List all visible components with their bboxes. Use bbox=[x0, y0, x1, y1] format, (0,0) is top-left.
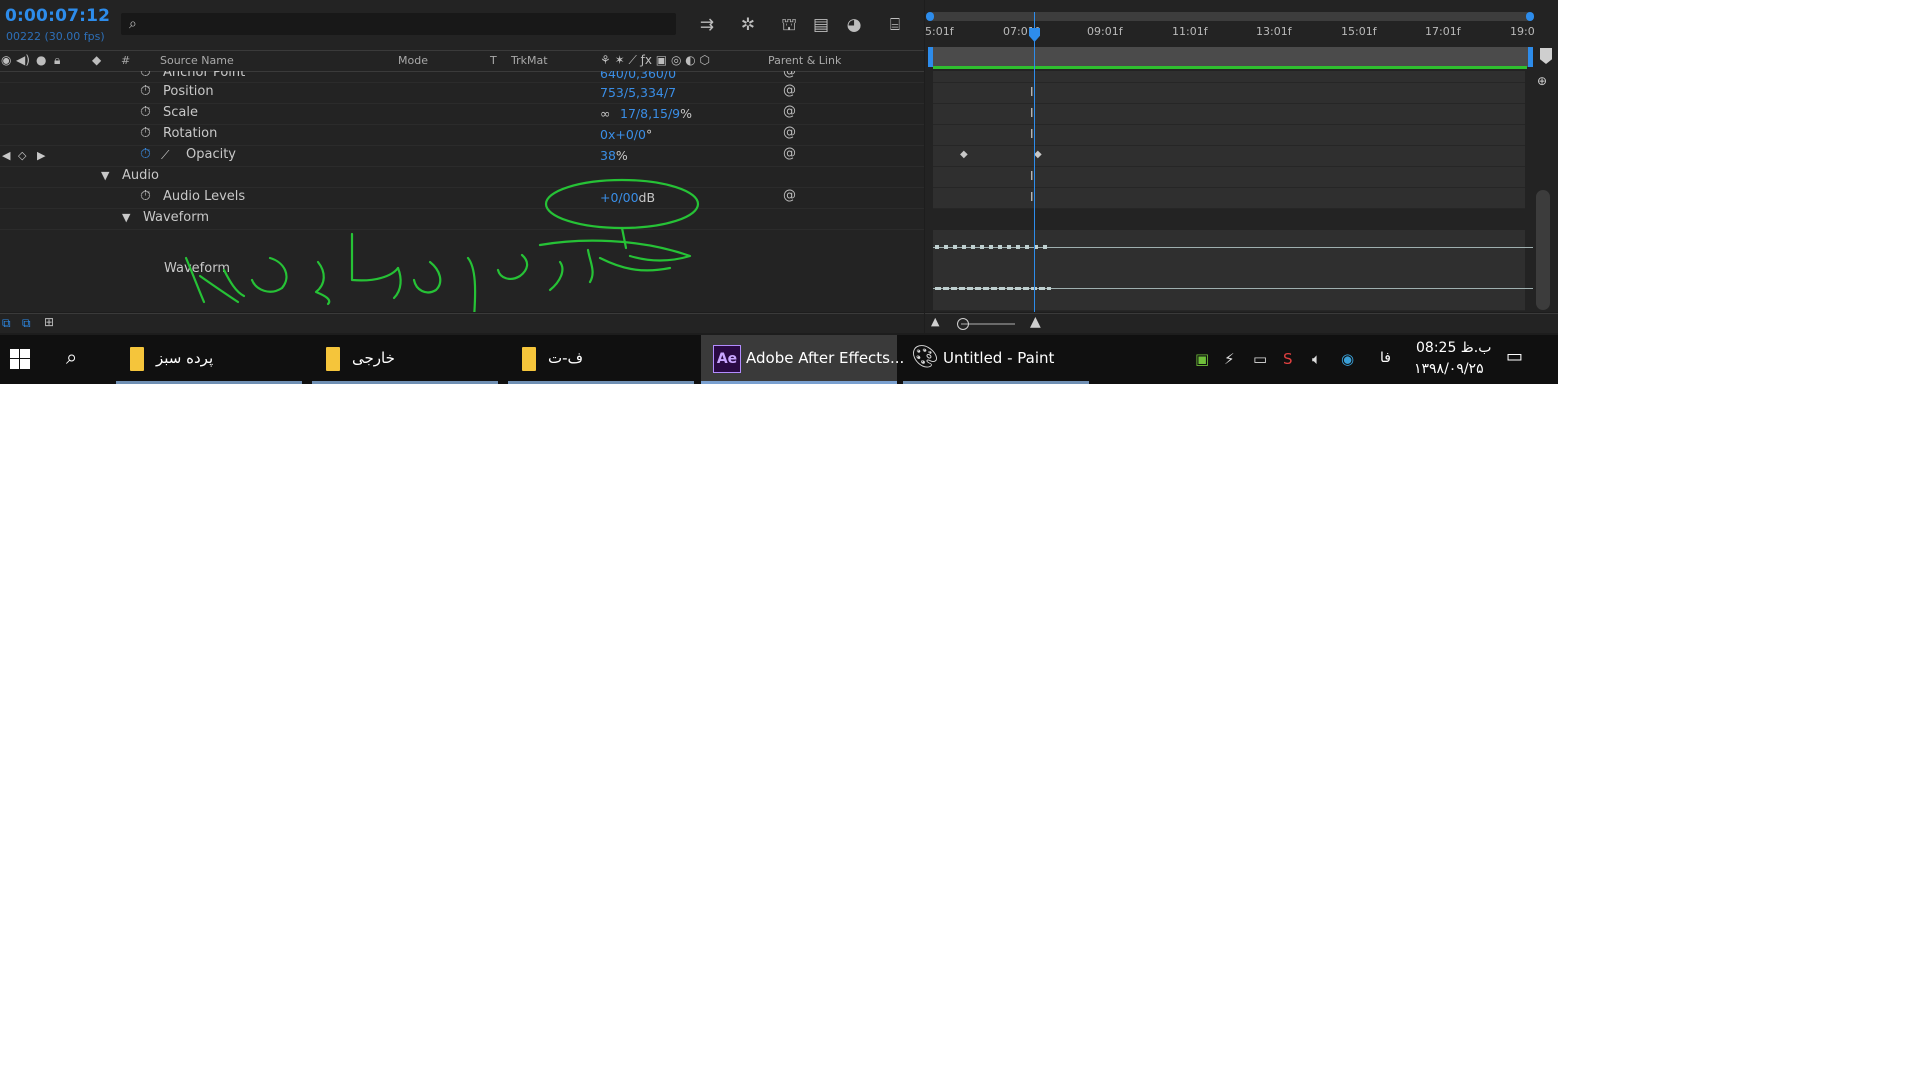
work-area-start-handle[interactable] bbox=[928, 47, 933, 67]
playhead-marker-icon: I bbox=[1030, 127, 1034, 141]
annotation-stroke bbox=[586, 248, 594, 284]
notification-icon[interactable]: ▭ bbox=[1506, 346, 1523, 367]
keyframe-icon[interactable]: ◆ bbox=[1034, 149, 1042, 160]
transfer-controls-toggle-icon[interactable]: ⧉ bbox=[22, 316, 31, 331]
annotation-stroke bbox=[314, 260, 331, 306]
timeline-row bbox=[933, 125, 1525, 146]
playhead-line[interactable] bbox=[1034, 12, 1035, 312]
search-icon[interactable]: ⌕ bbox=[66, 345, 77, 369]
comp-button-icon[interactable]: ⊕ bbox=[1537, 74, 1547, 88]
folder-icon bbox=[326, 347, 340, 371]
annotation-stroke bbox=[198, 274, 240, 304]
globe-icon[interactable]: ◉ bbox=[1341, 350, 1354, 368]
taskbar-item-folder[interactable]: ف-ت bbox=[508, 335, 694, 384]
removable-device-icon[interactable]: ▭ bbox=[1253, 350, 1267, 368]
annotation-stroke bbox=[250, 256, 288, 293]
navigator-start-handle[interactable] bbox=[926, 12, 934, 21]
screen: 0:00:07:12 00222 (30.00 fps) ⌕ ⇉ ✲ ⛫ ▤ ◕… bbox=[0, 0, 1558, 384]
ruler-label: 5:01f bbox=[925, 25, 954, 38]
in-out-toggle-icon[interactable]: ⊞ bbox=[44, 315, 54, 329]
timeline-row bbox=[933, 104, 1525, 125]
navigator-end-handle[interactable] bbox=[1526, 12, 1534, 21]
taskbar-item-folder[interactable]: خارجی bbox=[312, 335, 498, 384]
playhead-marker-icon: I bbox=[1030, 169, 1034, 183]
vertical-scrollbar[interactable] bbox=[1536, 190, 1550, 310]
antivirus-icon[interactable]: S bbox=[1283, 350, 1293, 368]
layer-duration-bar[interactable] bbox=[933, 66, 1527, 69]
taskbar-item-folder[interactable]: پرده سبز bbox=[116, 335, 302, 384]
playhead-marker-icon: I bbox=[1030, 106, 1034, 120]
folder-icon bbox=[522, 347, 536, 371]
folder-icon bbox=[130, 347, 144, 371]
timeline-row bbox=[933, 167, 1525, 188]
clock-date[interactable]: ۱۳۹۸/۰۹/۲۵ bbox=[1414, 361, 1484, 377]
ruler-label: 19:0 bbox=[1510, 25, 1535, 38]
annotation-stroke bbox=[412, 260, 442, 294]
timeline-row bbox=[933, 71, 1525, 83]
network-off-icon[interactable]: ⚡ bbox=[1224, 350, 1235, 368]
ruler-label: 09:01f bbox=[1087, 25, 1123, 38]
windows-start-icon[interactable] bbox=[10, 349, 30, 369]
ruler-label: 13:01f bbox=[1256, 25, 1292, 38]
taskbar-item-label: ف-ت bbox=[548, 349, 584, 367]
timeline-row: ◆ ◆ bbox=[933, 146, 1525, 167]
zoom-slider-track[interactable] bbox=[961, 323, 1015, 325]
time-navigator[interactable] bbox=[928, 12, 1532, 21]
handwritten-annotation bbox=[184, 178, 700, 312]
annotation-stroke bbox=[222, 268, 246, 298]
playhead-marker-icon: I bbox=[1030, 190, 1034, 204]
input-language[interactable]: فا bbox=[1380, 350, 1391, 366]
annotation-stroke bbox=[538, 239, 692, 262]
taskbar-item-label: خارجی bbox=[352, 349, 395, 367]
waveform-track bbox=[933, 230, 1533, 311]
timeline-row bbox=[933, 188, 1525, 209]
annotation-stroke bbox=[466, 256, 477, 312]
ruler-label: 15:01f bbox=[1341, 25, 1377, 38]
nvidia-icon[interactable]: ▣ bbox=[1195, 350, 1209, 368]
annotation-circle bbox=[544, 178, 700, 230]
keyframe-icon[interactable]: ◆ bbox=[960, 149, 968, 160]
comp-marker-bin-icon[interactable] bbox=[1540, 48, 1552, 64]
ruler-label: 17:01f bbox=[1425, 25, 1461, 38]
work-area-bar[interactable] bbox=[928, 47, 1532, 67]
waveform-peaks bbox=[935, 245, 1047, 249]
timeline-footer: ▲ ▲ bbox=[925, 313, 1558, 333]
paint-palette-icon: 🎨︎ bbox=[911, 345, 939, 370]
taskbar-item-paint[interactable]: 🎨︎ Untitled - Paint bbox=[903, 335, 1089, 384]
annotation-stroke bbox=[496, 253, 529, 280]
work-area-end-handle[interactable] bbox=[1528, 47, 1533, 67]
annotation-stroke bbox=[184, 256, 206, 304]
taskbar-item-label: پرده سبز bbox=[156, 349, 214, 367]
volume-icon[interactable]: 🔈︎ bbox=[1312, 350, 1321, 368]
layer-switches-toggle-icon[interactable]: ⧉ bbox=[2, 316, 11, 331]
annotation-stroke bbox=[548, 260, 564, 292]
taskbar: ⌕ پرده سبز خارجی ف-ت Ae Adobe After Effe… bbox=[0, 335, 1558, 384]
zoom-in-icon[interactable]: ▲ bbox=[1030, 314, 1041, 330]
taskbar-item-label: Untitled - Paint bbox=[943, 349, 1055, 367]
zoom-out-icon[interactable]: ▲ bbox=[931, 315, 939, 328]
playhead-marker-icon: I bbox=[1030, 85, 1034, 99]
layer-panel: 0:00:07:12 00222 (30.00 fps) ⌕ ⇉ ✲ ⛫ ▤ ◕… bbox=[0, 0, 924, 312]
ruler-label: 11:01f bbox=[1172, 25, 1208, 38]
annotation-stroke bbox=[350, 232, 400, 282]
taskbar-item-after-effects[interactable]: Ae Adobe After Effects... bbox=[701, 335, 904, 384]
layer-panel-footer: ⧉ ⧉ ⊞ bbox=[0, 313, 924, 333]
zoom-slider-knob[interactable] bbox=[957, 318, 969, 330]
annotation-stroke bbox=[620, 226, 628, 250]
timeline-row bbox=[933, 83, 1525, 104]
taskbar-item-label: Adobe After Effects... bbox=[746, 349, 905, 367]
clock-time[interactable]: 08:25 ب.ظ bbox=[1416, 340, 1491, 356]
after-effects-icon: Ae bbox=[713, 345, 741, 373]
